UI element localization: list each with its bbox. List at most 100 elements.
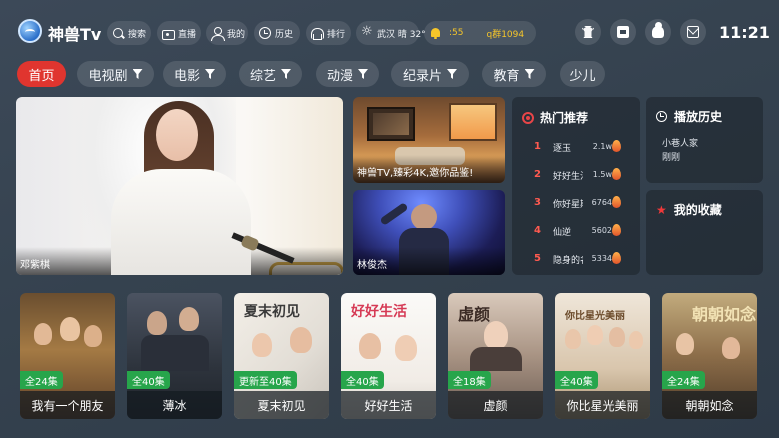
view-count: 6764	[591, 198, 612, 207]
nav-mine-label: 我的	[227, 29, 246, 40]
tab-label: 综艺	[249, 68, 276, 84]
poster-figure	[676, 333, 694, 355]
nav-history-label: 历史	[275, 29, 294, 40]
view-count: 5602	[591, 226, 612, 235]
tab-home[interactable]: 首页	[17, 61, 66, 87]
poster-card[interactable]: 夏末初见 更新至40集 夏末初见	[234, 293, 329, 419]
tab-label: 电视剧	[88, 68, 128, 84]
promo-4k-card[interactable]: 神兽TV,臻彩4K,邀你品鉴!	[353, 97, 505, 183]
favorites-title: 我的收藏	[673, 203, 722, 217]
nav-live-button[interactable]: 直播	[157, 21, 201, 45]
poster-card[interactable]: 虚颜 全18集 虚颜	[448, 293, 543, 419]
mail-icon	[687, 26, 699, 38]
episode-badge: 全40集	[555, 371, 598, 389]
history-header: 播放历史	[656, 108, 722, 125]
poster-title: 虚颜	[448, 391, 543, 419]
nav-mine-button[interactable]: 我的	[206, 21, 248, 45]
episode-badge: 全18集	[448, 371, 491, 389]
poster-card[interactable]: 你比星光美丽 全40集 你比星光美丽	[555, 293, 650, 419]
nav-ranking-button[interactable]: 排行	[306, 21, 351, 45]
hot-item[interactable]: 1 逐玉 2.1w	[512, 138, 640, 156]
notice-marquee[interactable]: :55 q群1094	[424, 21, 536, 45]
hero-banner[interactable]: 邓紫棋	[16, 97, 343, 275]
poster-card[interactable]: 全40集 薄冰	[127, 293, 222, 419]
view-count: 2.1w	[592, 142, 612, 151]
hot-item-title: 你好星期六	[553, 200, 583, 210]
ranking-icon	[311, 27, 324, 40]
rank-number: 1	[534, 141, 541, 152]
bell-icon	[429, 27, 442, 40]
poster-figure	[629, 331, 643, 349]
nav-ranking-label: 排行	[327, 29, 346, 40]
fire-icon	[612, 168, 621, 180]
star-icon: ★	[656, 202, 667, 217]
poster-art-title: 你比星光美丽	[565, 311, 625, 322]
hot-icon	[522, 111, 534, 124]
concert-caption: 林俊杰	[353, 247, 505, 275]
poster-card[interactable]: 朝朝如念 全24集 朝朝如念	[662, 293, 757, 419]
nav-history-button[interactable]: 历史	[254, 21, 300, 45]
nav-search-label: 搜索	[128, 29, 147, 40]
poster-figure	[34, 323, 52, 345]
poster-art-title: 夏末初见	[244, 304, 300, 320]
nav-search-button[interactable]: 搜索	[107, 21, 151, 45]
skin-button[interactable]	[575, 19, 601, 45]
rank-number: 5	[534, 253, 541, 264]
filter-icon	[205, 69, 215, 79]
episode-badge: 全40集	[127, 371, 170, 389]
hot-item[interactable]: 2 好好生活 1.5w	[512, 166, 640, 184]
search-icon	[112, 27, 125, 40]
tab-anime[interactable]: 动漫	[316, 61, 379, 87]
singer-head	[411, 204, 437, 230]
user-icon	[211, 26, 225, 41]
sunset-window-image	[449, 103, 497, 141]
tab-label: 电影	[173, 68, 200, 84]
poster-card[interactable]: 全24集 我有一个朋友	[20, 293, 115, 419]
hot-recommend-panel[interactable]: 热门推荐 1 逐玉 2.1w 2 好好生活 1.5w 3 你好星期六 6764 …	[512, 97, 640, 275]
poster-figure	[395, 335, 417, 361]
printer-button[interactable]	[610, 19, 636, 45]
favorites-panel[interactable]: ★ 我的收藏	[646, 190, 763, 275]
poster-figure	[141, 335, 209, 371]
hot-item[interactable]: 4 仙逆 5602	[512, 222, 640, 240]
hero-dress	[111, 169, 251, 275]
cloud-button[interactable]	[645, 19, 671, 45]
poster-figure	[84, 325, 102, 347]
tab-variety[interactable]: 综艺	[239, 61, 302, 87]
tab-kids[interactable]: 少儿	[560, 61, 605, 87]
cloud-icon	[652, 22, 664, 38]
poster-art-title: 虚颜	[458, 305, 491, 324]
hot-item-title: 逐玉	[553, 144, 572, 154]
poster-card[interactable]: 好好生活 全40集 好好生活	[341, 293, 436, 419]
tab-tv-series[interactable]: 电视剧	[77, 61, 154, 87]
tab-education[interactable]: 教育	[482, 61, 546, 87]
weather-widget[interactable]: 武汉 晴 32°	[356, 21, 426, 45]
tab-movies[interactable]: 电影	[163, 61, 226, 87]
concert-card[interactable]: 林俊杰	[353, 190, 505, 275]
hot-item[interactable]: 5 隐身的名字 5334	[512, 250, 640, 268]
rank-number: 3	[534, 197, 541, 208]
mail-button[interactable]	[680, 19, 706, 45]
play-history-panel[interactable]: 播放历史 小巷人家 刚刚	[646, 97, 763, 183]
tv-set-image	[367, 107, 415, 141]
poster-figure	[609, 327, 625, 347]
fire-icon	[612, 196, 621, 208]
filter-icon	[447, 69, 457, 79]
app-title: 神兽Tv	[48, 25, 102, 44]
poster-title: 我有一个朋友	[20, 391, 115, 419]
hot-header: 热门推荐	[522, 109, 588, 126]
fire-icon	[612, 252, 621, 264]
concert-caption-text: 林俊杰	[357, 260, 387, 271]
history-title: 播放历史	[674, 110, 723, 124]
poster-figure	[252, 333, 272, 357]
poster-art-title: 好好生活	[351, 304, 407, 320]
rank-number: 4	[534, 225, 541, 236]
hot-item[interactable]: 3 你好星期六 6764	[512, 194, 640, 212]
history-item-title[interactable]: 小巷人家	[662, 136, 698, 149]
episode-badge: 全40集	[341, 371, 384, 389]
tab-label: 少儿	[569, 68, 596, 84]
skin-icon	[582, 26, 594, 38]
poster-title: 好好生活	[341, 391, 436, 419]
tab-documentary[interactable]: 纪录片	[391, 61, 469, 87]
hero-caption-text: 邓紫棋	[20, 260, 50, 271]
